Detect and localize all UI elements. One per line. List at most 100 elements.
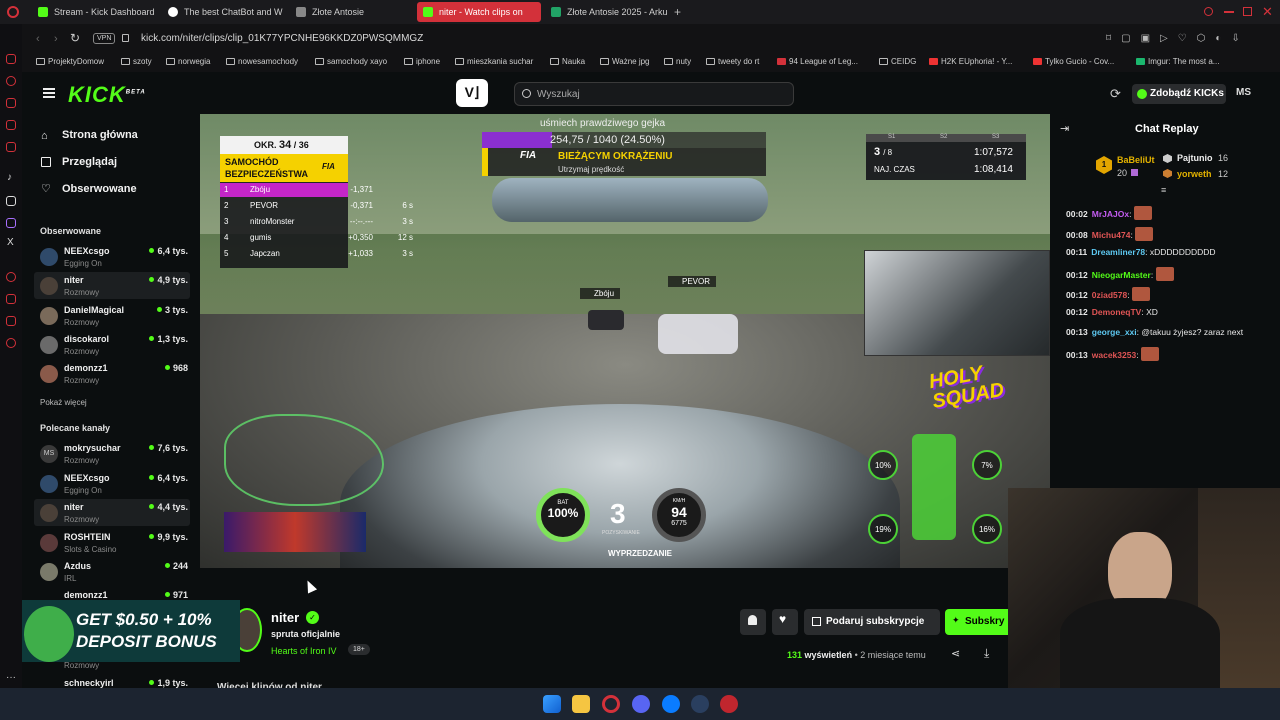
- viewer-count: 7,6 tys.: [142, 443, 188, 453]
- messenger-icon[interactable]: [6, 54, 16, 64]
- bookmark-item[interactable]: szoty: [121, 57, 152, 66]
- bookmark-item[interactable]: CEIDG: [879, 57, 916, 66]
- channel-name: NEEXcsgo: [64, 473, 110, 483]
- category-link[interactable]: Hearts of Iron IV: [271, 646, 337, 656]
- collapse-chat-icon[interactable]: ⇥: [1060, 122, 1069, 135]
- browser-tab-active[interactable]: niter - Watch clips on: [417, 2, 541, 22]
- refresh-icon[interactable]: ⟳: [1110, 86, 1121, 102]
- bookmark-item[interactable]: Nauka: [550, 57, 585, 66]
- forward-icon[interactable]: ›: [54, 33, 58, 45]
- bookmark-item[interactable]: 94 League of Leg...: [777, 57, 858, 66]
- channel-name[interactable]: niter: [271, 610, 299, 625]
- fia-logo-icon: FIA: [520, 150, 537, 161]
- menu-hamburger-icon[interactable]: [43, 88, 55, 98]
- new-tab-button[interactable]: +: [674, 5, 681, 19]
- file-explorer-icon[interactable]: [572, 695, 590, 713]
- steam-taskbar-icon[interactable]: [691, 695, 709, 713]
- casino-ad-banner[interactable]: GET $0.50 + 10% DEPOSIT BONUS: [22, 600, 240, 662]
- browser-tab[interactable]: The best ChatBot and W: [162, 2, 284, 22]
- bookmark-item[interactable]: norwegia: [166, 57, 210, 66]
- gifter-name[interactable]: Pajtunio: [1177, 153, 1213, 163]
- show-more-link[interactable]: Pokaż więcej: [40, 398, 87, 407]
- bookmark-item[interactable]: tweety do rt: [706, 57, 759, 66]
- ers-mode: POZYSKIWANIE: [602, 530, 640, 536]
- bookmark-item[interactable]: nowesamochody: [226, 57, 298, 66]
- bookmark-item[interactable]: samochody xayo: [315, 57, 387, 66]
- message-user[interactable]: NieogarMaster: [1092, 270, 1151, 280]
- discord-icon[interactable]: [6, 196, 16, 206]
- message-user[interactable]: MrJAJOx: [1092, 209, 1129, 219]
- position: 4: [224, 233, 229, 242]
- nav-browse[interactable]: Przeglądaj: [62, 156, 117, 168]
- tiktok-icon[interactable]: ♪: [7, 172, 12, 183]
- browser-tab[interactable]: Złote Antosie: [290, 2, 412, 22]
- bookmark-item[interactable]: nuty: [664, 57, 691, 66]
- message-user[interactable]: Michu474: [1092, 230, 1131, 240]
- expand-leaderboard-icon[interactable]: ≡: [1161, 185, 1166, 195]
- reload-icon[interactable]: ↻: [70, 31, 80, 45]
- messenger-taskbar-icon[interactable]: [662, 695, 680, 713]
- avatar[interactable]: MS: [1236, 87, 1251, 98]
- vpn-badge[interactable]: VPN: [93, 33, 116, 44]
- close-window-button[interactable]: ✕: [1262, 4, 1273, 20]
- message-user[interactable]: george_xxi: [1092, 327, 1137, 337]
- opera-taskbar-icon[interactable]: [602, 695, 620, 713]
- nav-home[interactable]: Strona główna: [62, 129, 138, 141]
- youtube-icon: [1033, 58, 1042, 65]
- back-icon[interactable]: ‹: [36, 33, 40, 45]
- obs-taskbar-icon[interactable]: [720, 695, 738, 713]
- search-tabs-icon[interactable]: [1204, 7, 1213, 16]
- clip-video-player[interactable]: OKR. 34 / 36 SAMOCHÓD BEZPIECZEŃSTWA FIA…: [200, 114, 1050, 568]
- bookmark-item[interactable]: H2K EUphoria! - Y...: [929, 57, 1012, 66]
- clip-logo-icon[interactable]: V⌋: [456, 79, 488, 107]
- discord-taskbar-icon[interactable]: [632, 695, 650, 713]
- more-icon[interactable]: ···: [6, 672, 16, 683]
- chat-icon[interactable]: [6, 120, 16, 130]
- avatar: [40, 504, 58, 522]
- bookmark-item[interactable]: mieszkania suchar: [455, 57, 533, 66]
- gift-subs-button[interactable]: Podaruj subskrypcje: [804, 609, 940, 635]
- kick-logo[interactable]: KICKBETA: [68, 82, 146, 108]
- live-dot-icon: [149, 680, 155, 685]
- minimize-button[interactable]: [1224, 11, 1234, 13]
- search-input[interactable]: Wyszukaj: [514, 82, 794, 106]
- wallet-icon[interactable]: [6, 98, 16, 108]
- opera-logo-icon[interactable]: [7, 6, 19, 18]
- message-user[interactable]: DemoneqTV: [1092, 307, 1142, 317]
- message-user[interactable]: 0ziad578: [1092, 290, 1127, 300]
- settings-gear-icon[interactable]: [6, 338, 16, 348]
- bookmark-item[interactable]: ProjektyDomow: [36, 57, 104, 66]
- share-icon[interactable]: ⋖: [951, 647, 960, 660]
- maximize-button[interactable]: [1243, 7, 1252, 16]
- viewer-count-label: 4,9 tys.: [157, 275, 188, 285]
- windows-start-icon[interactable]: [543, 695, 561, 713]
- history-icon[interactable]: [6, 272, 16, 282]
- bookmark-item[interactable]: Imgur: The most a...: [1136, 57, 1219, 66]
- gifter-name[interactable]: yorweth: [1177, 169, 1212, 179]
- bookmark-item[interactable]: Ważne jpg: [600, 57, 650, 66]
- url-field[interactable]: kick.com/niter/clips/clip_01K77YPCNHE96K…: [141, 33, 423, 44]
- live-dot-icon: [164, 365, 170, 370]
- twitch-icon[interactable]: [6, 218, 16, 228]
- channel-category: Egging On: [64, 259, 102, 268]
- download-icon[interactable]: ⤓: [984, 646, 989, 661]
- extensions-icon[interactable]: [6, 316, 16, 326]
- nav-following[interactable]: Obserwowane: [62, 183, 137, 195]
- message-user[interactable]: Dreamliner78: [1091, 247, 1145, 257]
- mail-icon[interactable]: [6, 142, 16, 152]
- driver-name: Japczan: [250, 249, 280, 258]
- avatar: [40, 475, 58, 493]
- bookmark-item[interactable]: Tylko Gucio - Cov...: [1033, 57, 1114, 66]
- gifter-name[interactable]: BaBeliUt: [1117, 155, 1155, 165]
- browser-tab[interactable]: Stream - Kick Dashboard: [32, 2, 158, 22]
- search-icon: [522, 89, 531, 98]
- bookmark-item[interactable]: iphone: [404, 57, 440, 66]
- browser-tab[interactable]: Złote Antosie 2025 - Arku: [545, 2, 667, 22]
- message-user[interactable]: wacek3253: [1092, 350, 1136, 360]
- x-icon[interactable]: X: [7, 237, 14, 248]
- gift-subs-label: Podaruj subskrypcje: [826, 616, 925, 627]
- aria-icon[interactable]: [6, 76, 16, 86]
- age-badge: 18+: [348, 644, 370, 655]
- downloads-icon[interactable]: [6, 294, 16, 304]
- viewer-count-label: 9,9 tys.: [157, 532, 188, 542]
